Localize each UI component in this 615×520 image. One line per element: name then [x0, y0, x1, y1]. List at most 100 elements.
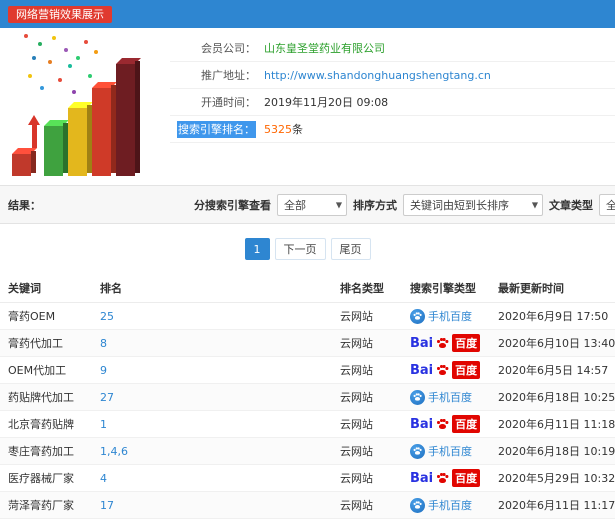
- sort-filter-label: 排序方式: [353, 198, 397, 212]
- page-1-button[interactable]: 1: [244, 238, 270, 260]
- col-keyword: 关键词: [0, 274, 92, 303]
- marketing-illustration: [6, 32, 190, 182]
- mobile-baidu-engine: 手机百度: [410, 497, 472, 513]
- mobile-baidu-engine: 手机百度: [410, 308, 472, 324]
- col-rank-type: 排名类型: [332, 274, 402, 303]
- rank-link[interactable]: 8: [100, 337, 107, 350]
- field-row-rank-count: 搜索引擎排名： 5325条: [170, 116, 615, 143]
- table-row: 医疗器械厂家 4 云网站 Bai 百度 2020年5月29日 10:32: [0, 464, 615, 492]
- keyword-cell: 菏泽膏药厂家: [0, 491, 92, 519]
- keyword-cell: 膏药代加工: [0, 329, 92, 357]
- baidu-pc-logo: Bai 百度: [410, 361, 481, 379]
- open-time-label: 开通时间：: [201, 96, 256, 109]
- profile-fields: 会员公司： 山东皇圣堂药业有限公司 推广地址： http://www.shand…: [170, 28, 615, 143]
- company-value: 山东皇圣堂药业有限公司: [264, 42, 385, 55]
- page-title: 网络营销效果展示: [8, 5, 112, 23]
- open-time-value: 2019年11月20日 09:08: [264, 96, 389, 109]
- keyword-cell: 枣庄膏药加工: [0, 437, 92, 465]
- rank-type-cell: 云网站: [332, 491, 402, 519]
- rank-type-cell: 云网站: [332, 410, 402, 438]
- pagination: 1 下一页 尾页: [0, 224, 615, 274]
- rank-type-cell: 云网站: [332, 464, 402, 492]
- filter-toolbar: 结果： 分搜索引擎查看 全部 ▼ 排序方式 关键词由短到长排序 ▼ 文章类型 全…: [0, 185, 615, 224]
- baidu-paw-icon: [437, 419, 448, 429]
- rank-count-value: 5325条: [264, 123, 303, 136]
- updated-cell: 2020年6月11日 11:18: [490, 410, 615, 438]
- chart-bar: [116, 64, 135, 176]
- rank-link[interactable]: 4: [100, 472, 107, 485]
- baidu-paw-icon: [410, 497, 425, 513]
- chart-bar: [68, 108, 87, 176]
- profile-section: 会员公司： 山东皇圣堂药业有限公司 推广地址： http://www.shand…: [0, 28, 615, 185]
- type-select-value: 全部: [606, 198, 615, 212]
- rank-link[interactable]: 9: [100, 364, 107, 377]
- top-bar: 网络营销效果展示: [0, 0, 615, 28]
- chevron-down-icon: ▼: [335, 200, 342, 209]
- table-header-row: 关键词 排名 排名类型 搜索引擎类型 最新更新时间: [0, 274, 615, 303]
- chart-bar: [12, 154, 31, 176]
- field-row-company: 会员公司： 山东皇圣堂药业有限公司: [170, 35, 615, 62]
- updated-cell: 2020年6月9日 17:50: [490, 302, 615, 330]
- engine-select[interactable]: 全部 ▼: [277, 193, 347, 216]
- updated-cell: 2020年6月11日 11:17: [490, 491, 615, 519]
- engine-filter-label: 分搜索引擎查看: [194, 198, 271, 212]
- table-row: 膏药代加工 8 云网站 Bai 百度 2020年6月10日 13:40: [0, 329, 615, 357]
- promotion-url-link[interactable]: http://www.shandonghuangshengtang.cn: [264, 69, 491, 82]
- sort-select[interactable]: 关键词由短到长排序 ▼: [403, 193, 543, 216]
- sort-select-value: 关键词由短到长排序: [410, 198, 509, 212]
- table-row: 枣庄膏药加工 1,4,6 云网站 手机百度 2020年6月18日 10:19: [0, 437, 615, 465]
- table-row: 膏药OEM 25 云网站 手机百度 2020年6月9日 17:50: [0, 302, 615, 330]
- rank-link[interactable]: 25: [100, 310, 114, 323]
- updated-cell: 2020年6月18日 10:25: [490, 383, 615, 411]
- updated-cell: 2020年5月29日 10:32: [490, 464, 615, 492]
- type-filter-label: 文章类型: [549, 198, 593, 212]
- baidu-pc-logo: Bai 百度: [410, 415, 481, 433]
- rank-type-cell: 云网站: [332, 437, 402, 465]
- rank-type-cell: 云网站: [332, 302, 402, 330]
- last-page-button[interactable]: 尾页: [330, 238, 371, 260]
- updated-cell: 2020年6月10日 13:40: [490, 329, 615, 357]
- chevron-down-icon: ▼: [531, 200, 538, 209]
- baidu-pc-logo: Bai 百度: [410, 469, 481, 487]
- results-table: 关键词 排名 排名类型 搜索引擎类型 最新更新时间 膏药OEM 25 云网站 手…: [0, 274, 615, 519]
- company-label: 会员公司：: [201, 42, 256, 55]
- rank-type-cell: 云网站: [332, 383, 402, 411]
- chart-bar: [44, 126, 63, 176]
- col-engine-type: 搜索引擎类型: [402, 274, 490, 303]
- table-row: 北京膏药贴牌 1 云网站 Bai 百度 2020年6月11日 11:18: [0, 410, 615, 438]
- confetti-decoration: [24, 34, 28, 38]
- rank-type-cell: 云网站: [332, 356, 402, 384]
- rank-link[interactable]: 27: [100, 391, 114, 404]
- table-row: 药贴牌代加工 27 云网站 手机百度 2020年6月18日 10:25: [0, 383, 615, 411]
- keyword-cell: 医疗器械厂家: [0, 464, 92, 492]
- rank-link[interactable]: 17: [100, 499, 114, 512]
- rank-type-cell: 云网站: [332, 329, 402, 357]
- baidu-paw-icon: [437, 473, 448, 483]
- article-type-select[interactable]: 全部 ▼: [599, 193, 615, 216]
- field-row-open-time: 开通时间： 2019年11月20日 09:08: [170, 89, 615, 116]
- updated-cell: 2020年6月18日 10:19: [490, 437, 615, 465]
- up-arrow-icon: [28, 115, 40, 148]
- result-label: 结果：: [8, 198, 41, 212]
- keyword-cell: 膏药OEM: [0, 302, 92, 330]
- baidu-paw-icon: [437, 338, 448, 348]
- baidu-paw-icon: [410, 443, 425, 459]
- mobile-baidu-engine: 手机百度: [410, 389, 472, 405]
- rank-link[interactable]: 1,4,6: [100, 445, 128, 458]
- col-updated: 最新更新时间: [490, 274, 615, 303]
- updated-cell: 2020年6月5日 14:57: [490, 356, 615, 384]
- chart-bar: [92, 88, 111, 176]
- table-row: OEM代加工 9 云网站 Bai 百度 2020年6月5日 14:57: [0, 356, 615, 384]
- keyword-cell: 药贴牌代加工: [0, 383, 92, 411]
- field-row-url: 推广地址： http://www.shandonghuangshengtang.…: [170, 62, 615, 89]
- next-page-button[interactable]: 下一页: [274, 238, 326, 260]
- mobile-baidu-engine: 手机百度: [410, 443, 472, 459]
- keyword-cell: OEM代加工: [0, 356, 92, 384]
- baidu-paw-icon: [410, 389, 425, 405]
- baidu-paw-icon: [437, 365, 448, 375]
- rank-link[interactable]: 1: [100, 418, 107, 431]
- table-row: 菏泽膏药厂家 17 云网站 手机百度 2020年6月11日 11:17: [0, 491, 615, 519]
- baidu-pc-logo: Bai 百度: [410, 334, 481, 352]
- engine-select-value: 全部: [284, 198, 306, 212]
- url-label: 推广地址：: [201, 69, 256, 82]
